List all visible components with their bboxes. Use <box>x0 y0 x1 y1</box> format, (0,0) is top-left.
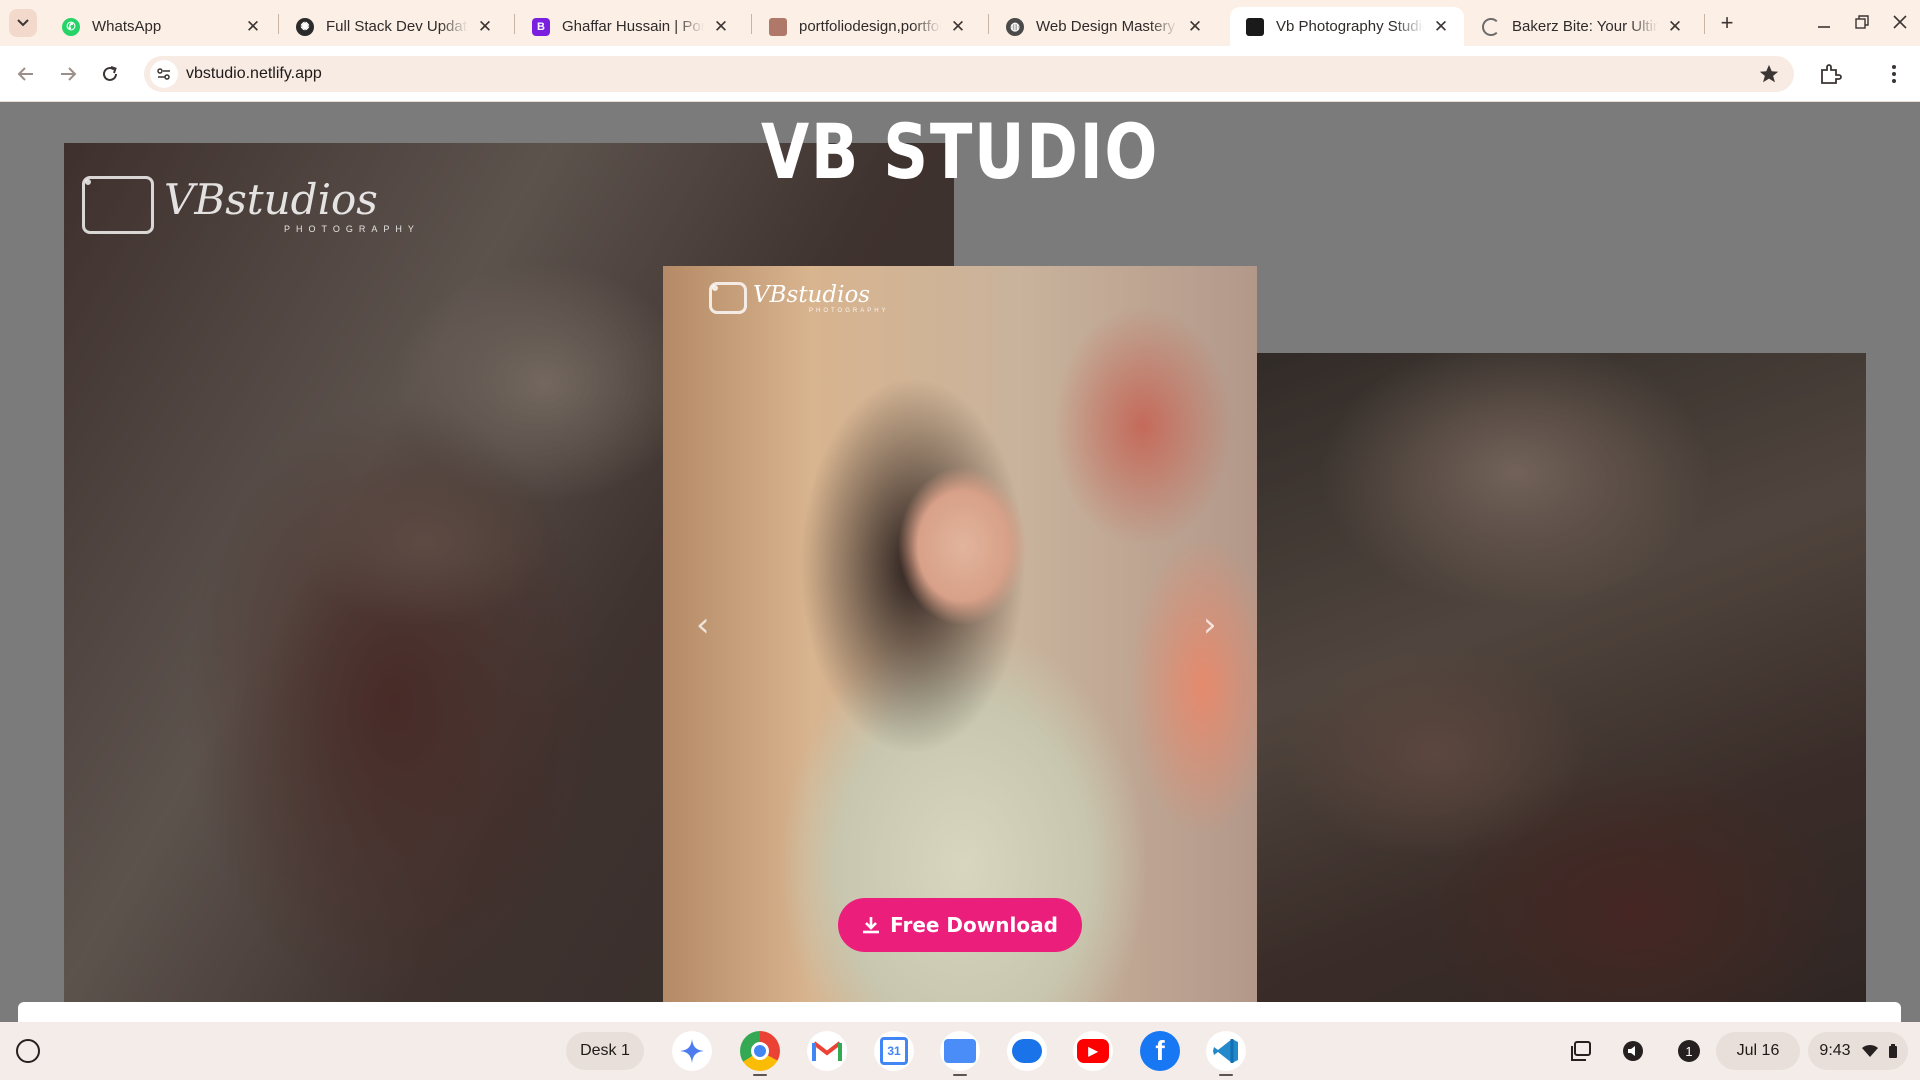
bootstrap-icon: B <box>532 17 550 36</box>
reload-icon <box>103 66 117 81</box>
url-text[interactable]: vbstudio.netlify.app <box>186 65 322 83</box>
files-icon[interactable] <box>940 1031 980 1071</box>
address-bar[interactable]: vbstudio.netlify.app <box>144 56 1794 92</box>
notification-badge[interactable]: 1 <box>1676 1038 1702 1064</box>
battery-icon <box>1888 1044 1897 1058</box>
globe-icon: ◍ <box>1006 17 1024 36</box>
arrow-right-icon <box>61 67 77 81</box>
mute-icon[interactable] <box>1620 1038 1646 1064</box>
arrow-left-icon <box>17 67 33 81</box>
gemini-icon[interactable] <box>672 1031 712 1071</box>
date-chip[interactable]: Jul 16 <box>1716 1032 1800 1070</box>
screenshot-icon[interactable] <box>1568 1038 1594 1064</box>
browser-toolbar: vbstudio.netlify.app <box>0 46 1920 102</box>
logo-text: VBstudios <box>753 282 871 308</box>
tune-icon <box>157 68 170 80</box>
logo-subtext: PHOTOGRAPHY <box>284 224 420 234</box>
forward-button[interactable] <box>54 60 82 88</box>
browser-menu-button[interactable] <box>1884 60 1904 88</box>
minimize-button[interactable] <box>1808 8 1840 36</box>
running-indicator <box>953 1074 967 1076</box>
messages-icon[interactable] <box>1007 1031 1047 1071</box>
download-icon <box>863 917 880 934</box>
tab-title: Web Design Mastery | Ca <box>1036 18 1178 35</box>
tab-title: WhatsApp <box>92 18 162 35</box>
calendar-icon[interactable]: 31 <box>874 1031 914 1071</box>
content-section-edge <box>18 1002 1901 1022</box>
carousel-slide-next[interactable] <box>1256 353 1866 1022</box>
tab-portfoliodesign[interactable]: portfoliodesign,portfolio ✕ <box>753 7 981 46</box>
os-shelf: Desk 1 31 ▶ f 1 Jul 16 9:43 <box>0 1022 1920 1080</box>
close-icon <box>1893 15 1907 29</box>
carousel-prev-arrow[interactable]: ‹ <box>696 605 710 645</box>
extensions-puzzle-icon[interactable] <box>1818 62 1842 86</box>
close-icon[interactable]: ✕ <box>244 17 262 37</box>
bookmark-star-icon[interactable] <box>1758 63 1780 85</box>
reload-button[interactable] <box>96 60 124 88</box>
chevron-down-icon <box>17 19 29 27</box>
minimize-icon <box>1818 26 1830 28</box>
webpage: VB STUDIO VBstudios PHOTOGRAPHY VBstudio… <box>0 103 1920 1022</box>
image-icon <box>769 17 787 36</box>
logo-subtext: PHOTOGRAPHY <box>809 308 889 314</box>
notification-count: 1 <box>1678 1040 1700 1062</box>
tab-vb-photography[interactable]: Vb Photography Studio | ✕ <box>1230 7 1464 46</box>
restore-button[interactable] <box>1846 8 1878 36</box>
close-icon[interactable]: ✕ <box>1666 17 1684 37</box>
status-area[interactable]: 9:43 <box>1808 1032 1908 1070</box>
loading-icon <box>1482 17 1500 36</box>
youtube-icon[interactable]: ▶ <box>1073 1031 1113 1071</box>
tab-title: portfoliodesign,portfolio <box>799 18 941 35</box>
tab-search-button[interactable] <box>9 9 37 37</box>
tab-separator <box>1704 14 1705 34</box>
date-text: Jul 16 <box>1736 1042 1780 1059</box>
running-indicator <box>1219 1074 1233 1076</box>
chatgpt-icon: ✺ <box>296 17 314 36</box>
tab-separator <box>278 14 279 34</box>
vb-studio-icon <box>1246 17 1264 36</box>
tab-full-stack-dev[interactable]: ✺ Full Stack Dev Update ✕ <box>280 7 508 46</box>
site-title: VB STUDIO <box>760 107 1160 196</box>
close-icon[interactable]: ✕ <box>476 17 494 37</box>
clock-text: 9:43 <box>1819 1042 1851 1059</box>
close-window-button[interactable] <box>1884 8 1916 36</box>
whatsapp-icon: ✆ <box>62 17 80 36</box>
free-download-label: Free Download <box>890 913 1058 937</box>
tab-bakerz-bite[interactable]: Bakerz Bite: Your Ultimate ✕ <box>1466 7 1698 46</box>
launcher-button[interactable] <box>16 1039 40 1063</box>
tab-title: Full Stack Dev Update <box>326 18 468 35</box>
tab-whatsapp[interactable]: ✆ WhatsApp ✕ <box>46 7 276 46</box>
tab-separator <box>988 14 989 34</box>
tab-ghaffar-portfolio[interactable]: B Ghaffar Hussain | Portfolio ✕ <box>516 7 744 46</box>
restore-icon <box>1855 15 1869 29</box>
close-icon[interactable]: ✕ <box>1432 17 1450 37</box>
tab-separator <box>514 14 515 34</box>
new-tab-button[interactable]: + <box>1714 10 1740 36</box>
vscode-icon[interactable] <box>1206 1031 1246 1071</box>
tab-web-design-mastery[interactable]: ◍ Web Design Mastery | Ca ✕ <box>990 7 1218 46</box>
desk-button[interactable]: Desk 1 <box>566 1032 644 1070</box>
tab-title: Bakerz Bite: Your Ultimate <box>1512 18 1658 35</box>
tab-strip: ✆ WhatsApp ✕ ✺ Full Stack Dev Update ✕ B… <box>0 0 1920 46</box>
facebook-icon[interactable]: f <box>1140 1031 1180 1071</box>
tab-separator <box>751 14 752 34</box>
camera-logo-icon <box>709 282 747 314</box>
camera-logo-icon <box>82 175 154 234</box>
tab-title: Vb Photography Studio | <box>1276 18 1424 35</box>
close-icon[interactable]: ✕ <box>712 17 730 37</box>
chrome-icon[interactable] <box>740 1031 780 1071</box>
desk-label: Desk 1 <box>580 1042 630 1059</box>
free-download-button[interactable]: Free Download <box>838 898 1082 952</box>
running-indicator <box>753 1074 767 1076</box>
carousel-next-arrow[interactable]: › <box>1203 605 1217 645</box>
close-icon[interactable]: ✕ <box>949 17 967 37</box>
gmail-icon[interactable] <box>807 1031 847 1071</box>
close-icon[interactable]: ✕ <box>1186 17 1204 37</box>
site-info-button[interactable] <box>150 60 178 88</box>
wifi-icon <box>1861 1044 1878 1057</box>
tab-title: Ghaffar Hussain | Portfolio <box>562 18 704 35</box>
back-button[interactable] <box>12 60 40 88</box>
vb-studios-logo: VBstudios PHOTOGRAPHY <box>709 282 889 314</box>
